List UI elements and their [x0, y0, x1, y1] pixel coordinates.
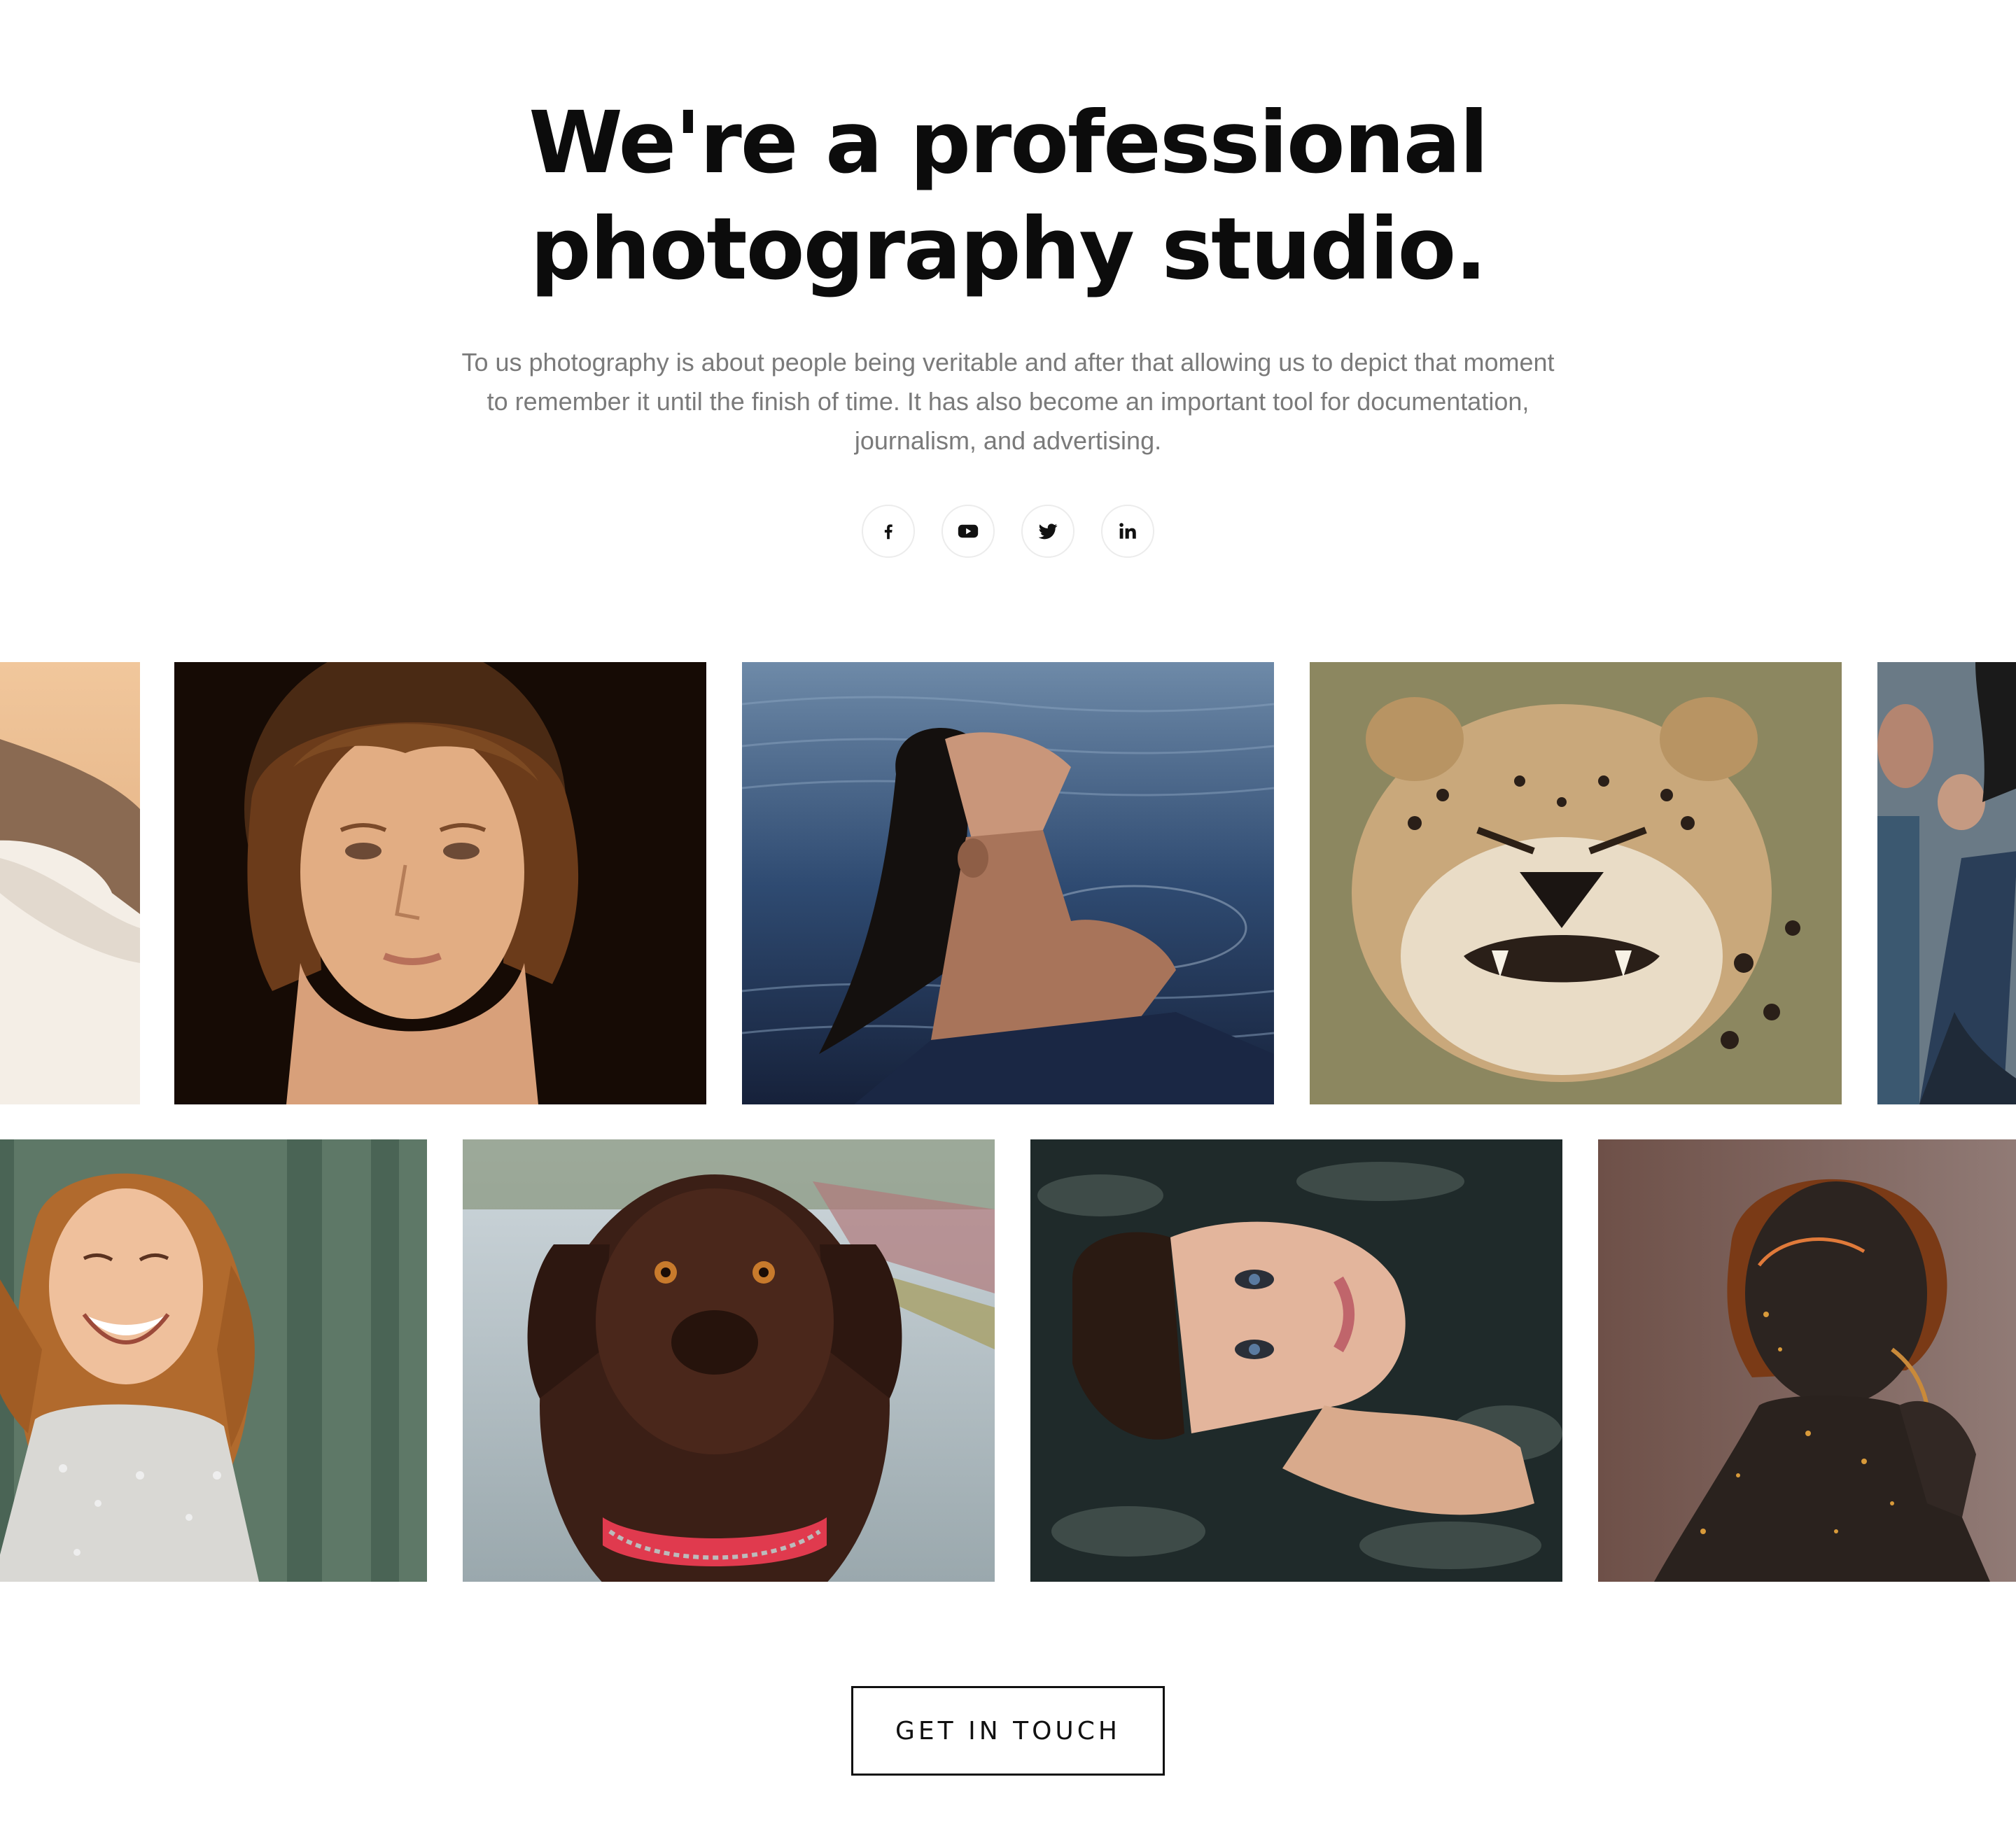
gallery-row-2 [0, 1139, 2016, 1582]
linkedin-link[interactable] [1101, 505, 1154, 558]
gallery-row-1 [0, 662, 2016, 1104]
intro-line-3: journalism, and advertising. [854, 426, 1162, 455]
intro-line-1: To us photography is about people being … [461, 348, 1555, 377]
gold-painted-woman-photo[interactable] [1598, 1139, 2016, 1582]
youtube-link[interactable] [941, 505, 995, 558]
get-in-touch-button[interactable]: GET IN TOUCH [851, 1686, 1165, 1776]
laughing-woman-photo[interactable] [0, 1139, 427, 1582]
young-woman-portrait-photo[interactable] [174, 662, 706, 1104]
social-links [0, 505, 2016, 558]
woman-floating-photo[interactable] [1030, 1139, 1562, 1582]
brown-labrador-photo[interactable] [463, 1139, 995, 1582]
heading-line-1: We're a professional [528, 93, 1489, 192]
woman-on-hillside-photo[interactable] [0, 662, 140, 1104]
intro-paragraph: To us photography is about people being … [392, 343, 1624, 461]
cheetah-snarling-photo[interactable] [1310, 662, 1842, 1104]
linkedin-icon [1119, 523, 1136, 539]
twitter-link[interactable] [1021, 505, 1074, 558]
intro-line-2: to remember it until the finish of time.… [486, 387, 1530, 416]
facebook-link[interactable] [862, 505, 915, 558]
man-in-crowd-photo[interactable] [1877, 662, 2016, 1104]
heading-line-2: photography studio. [530, 199, 1487, 299]
page-heading: We're a professional photography studio. [0, 90, 2016, 302]
youtube-icon [958, 524, 979, 538]
woman-in-water-photo[interactable] [742, 662, 1274, 1104]
twitter-icon [1038, 524, 1058, 540]
facebook-icon [884, 524, 892, 540]
